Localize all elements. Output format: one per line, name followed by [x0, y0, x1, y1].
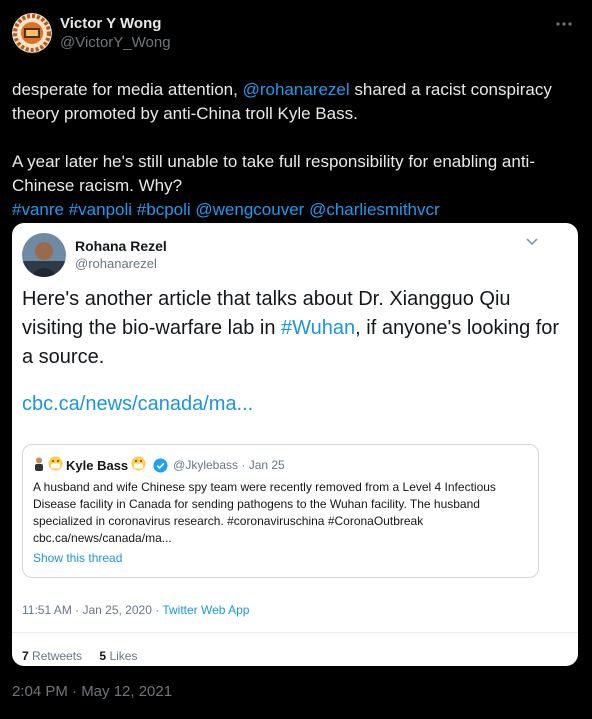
divider [12, 632, 578, 633]
more-options-button[interactable] [550, 10, 578, 38]
tag-list: #vanre #vanpoli #bcpoli @wengcouver @cha… [12, 198, 580, 222]
tweet: Victor Y Wong @VictorY_Wong desperate fo… [0, 0, 592, 719]
author-handle[interactable]: @VictorY_Wong [60, 33, 171, 52]
embedded-tweet-text: Here's another article that talks about … [22, 288, 560, 368]
more-dots-icon [556, 22, 572, 26]
embedded-meta: 11:51 AM · Jan 25, 2020 · Twitter Web Ap… [22, 603, 250, 617]
hashtag-link[interactable]: #vanpoli [69, 200, 132, 219]
avatar[interactable] [12, 13, 52, 53]
quoted-tweet: Kyle Bass @Jkylebass · Jan 25 A husband … [22, 444, 539, 578]
embedded-app-link: Twitter Web App [162, 603, 250, 617]
embedded-stats: 7 Retweets 5 Likes [22, 649, 151, 663]
quoted-handle-date: @Jkylebass · Jan 25 [173, 458, 285, 472]
hashtag-link[interactable]: #bcpoli [137, 200, 191, 219]
mask-emoji-icon [131, 456, 146, 474]
tweet-header: Victor Y Wong @VictorY_Wong [12, 12, 580, 54]
likes-count: 5 [99, 649, 107, 663]
retweets-label: Retweets [32, 649, 83, 663]
embedded-header: Rohana Rezel @rohanarezel [22, 233, 167, 277]
show-thread-link: Show this thread [33, 551, 123, 565]
tweet-timestamp[interactable]: 2:04 PM · May 12, 2021 [12, 683, 172, 700]
mask-emoji-icon [48, 456, 63, 474]
likes-label: Likes [109, 649, 138, 663]
embedded-link: cbc.ca/news/canada/ma... [22, 393, 254, 415]
hashtag-link[interactable]: #vanre [12, 200, 64, 219]
verified-badge-icon [153, 457, 168, 473]
text-paragraph-2: A year later he's still unable to take f… [12, 152, 535, 195]
person-emoji-icon [33, 457, 45, 474]
embedded-avatar [22, 233, 66, 277]
retweets-count: 7 [22, 649, 29, 663]
mention-link[interactable]: @wengcouver [195, 200, 304, 219]
text-prefix: desperate for media attention, [12, 80, 243, 99]
tweet-text: desperate for media attention, @rohanare… [12, 78, 580, 222]
chevron-down-icon [526, 238, 538, 246]
embedded-author-handle: @rohanarezel [75, 256, 157, 271]
author-name[interactable]: Victor Y Wong [60, 14, 171, 33]
embedded-tweet-image[interactable]: Rohana Rezel @rohanarezel Here's another… [12, 223, 578, 666]
embedded-hashtag: #Wuhan [281, 317, 356, 339]
quoted-tweet-text: A husband and wife Chinese spy team were… [33, 480, 496, 545]
mention-link[interactable]: @rohanarezel [243, 80, 350, 99]
quoted-author-name: Kyle Bass [66, 457, 129, 473]
mention-link[interactable]: @charliesmithvcr [309, 200, 440, 219]
author-info: Victor Y Wong @VictorY_Wong [60, 14, 171, 52]
embedded-author-name: Rohana Rezel [75, 238, 167, 254]
